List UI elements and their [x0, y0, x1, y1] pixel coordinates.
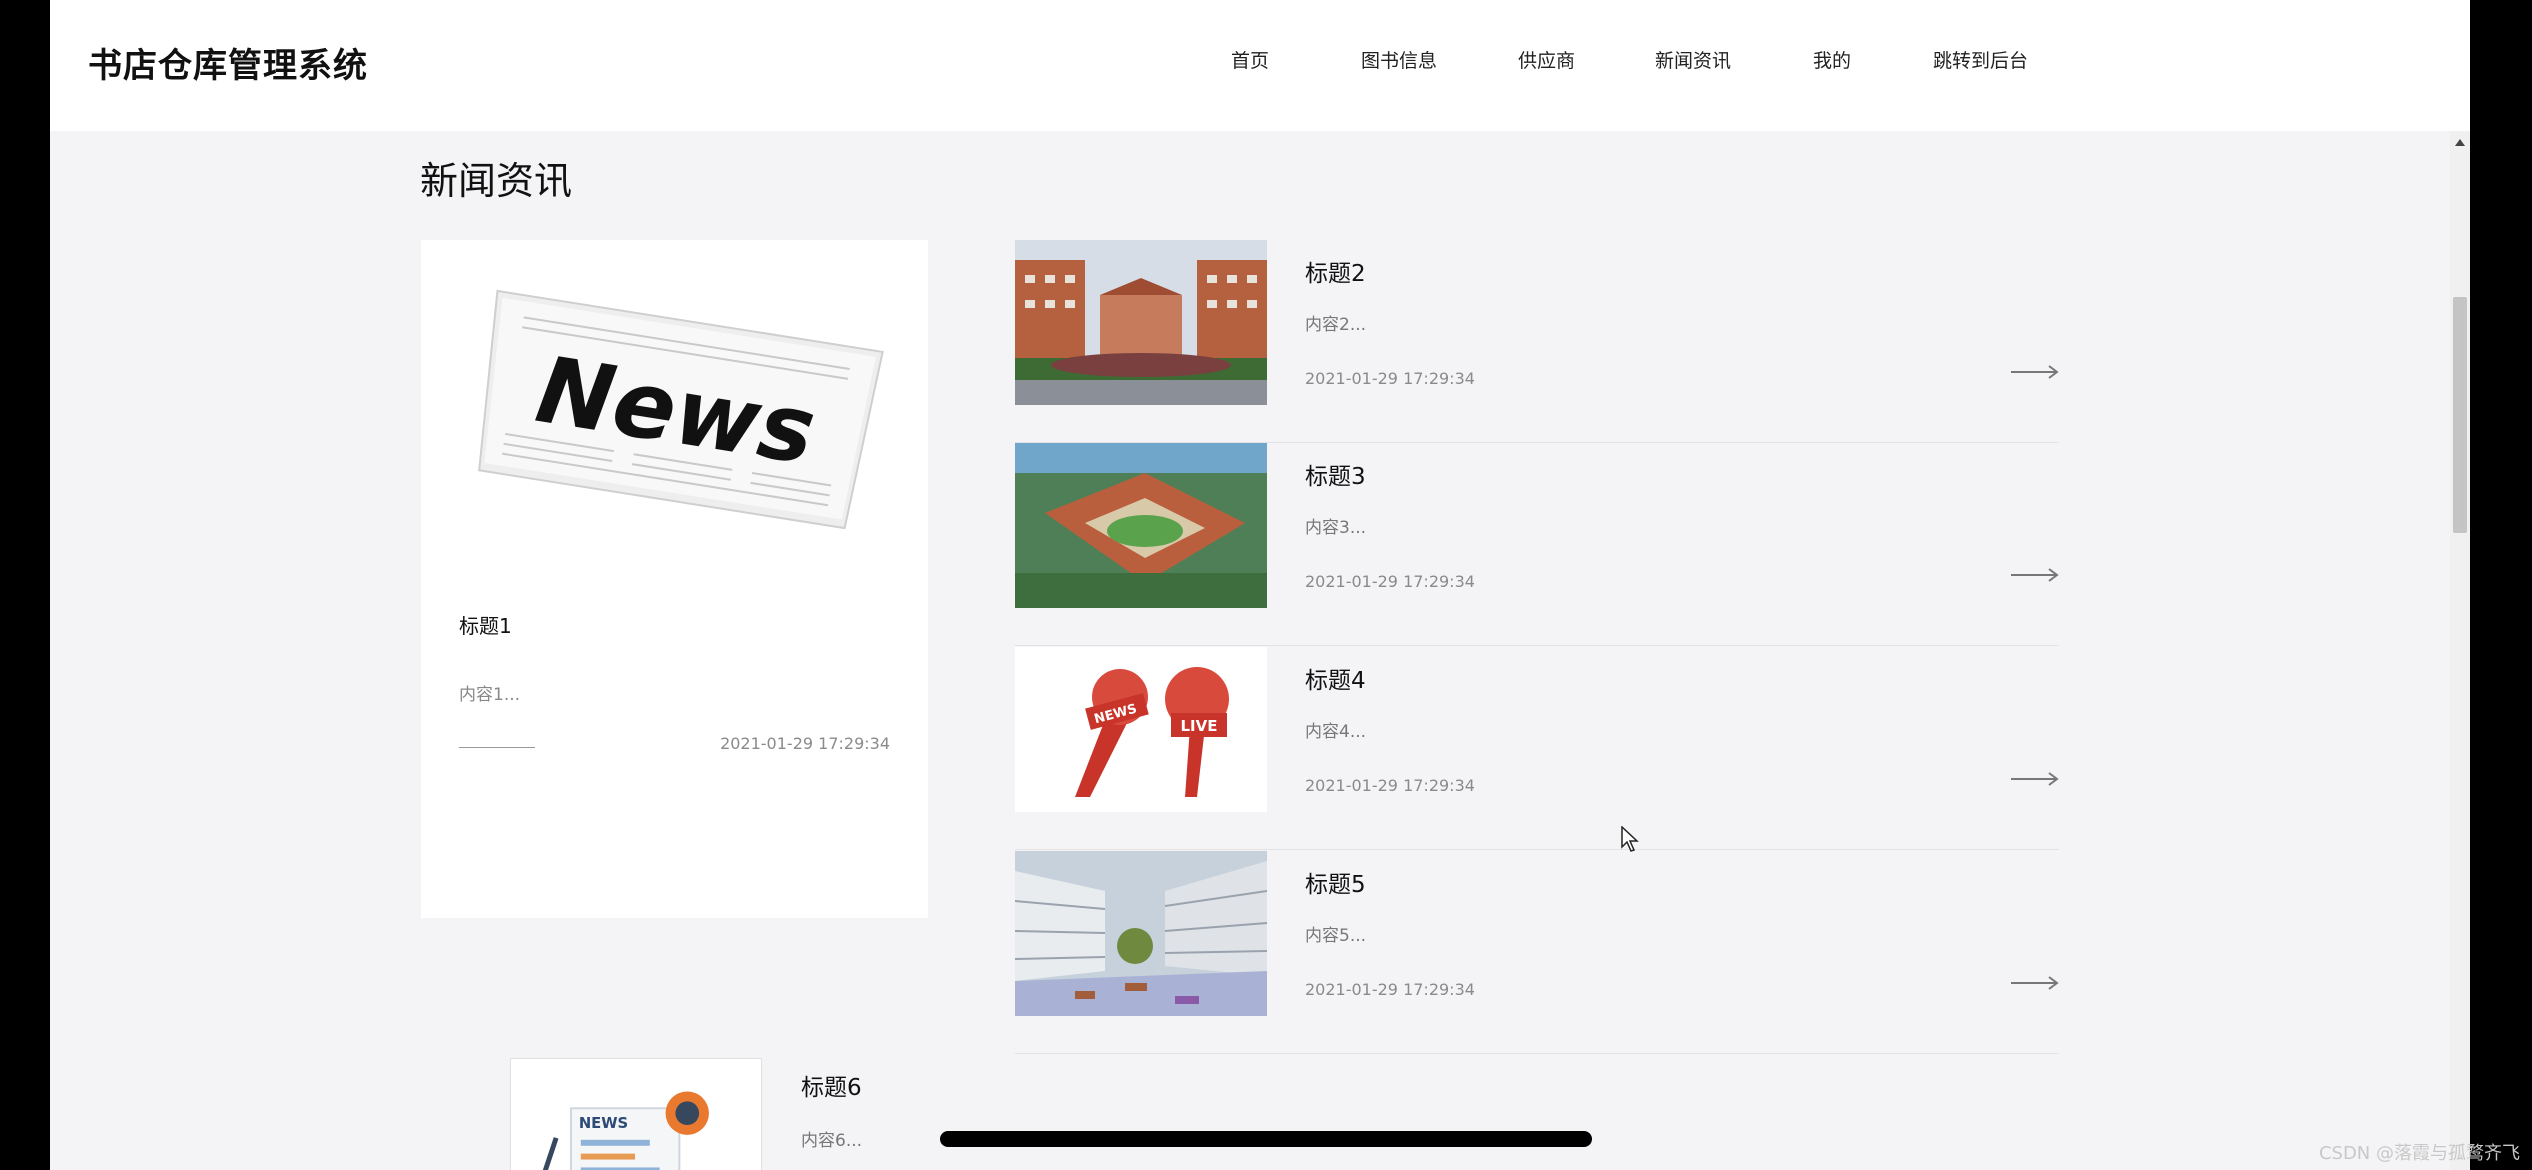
news-title[interactable]: 标题2	[1305, 254, 1366, 288]
news-list-item[interactable]: NEWS 标题6 内容6...	[510, 1058, 2110, 1170]
news-content: 内容5...	[1305, 926, 1367, 946]
news-content: 内容3...	[1305, 518, 1367, 538]
news-list-item[interactable]: 标题3 内容3... 2021-01-29 17:29:34	[1015, 443, 2059, 646]
featured-divider	[459, 747, 535, 748]
modern-building-image	[1015, 851, 1267, 1016]
divider	[1015, 645, 2059, 646]
arrow-right-icon[interactable]	[2011, 565, 2059, 585]
divider	[1015, 1053, 2059, 1054]
site-brand[interactable]: 书店仓库管理系统	[88, 38, 368, 87]
featured-content: 内容1...	[459, 685, 521, 705]
arrow-right-icon[interactable]	[2011, 973, 2059, 993]
browser-viewport: 书店仓库管理系统 首页 图书信息 供应商 新闻资讯 我的 跳转到后台 新闻资讯	[50, 0, 2470, 1170]
news-date: 2021-01-29 17:29:34	[1305, 369, 1475, 388]
news-content: 内容2...	[1305, 315, 1367, 335]
arrow-right-icon[interactable]	[2011, 769, 2059, 789]
divider	[1015, 849, 2059, 850]
site-header: 书店仓库管理系统 首页 图书信息 供应商 新闻资讯 我的 跳转到后台	[50, 0, 2470, 131]
news-list-item[interactable]: 标题2 内容2... 2021-01-29 17:29:34	[1015, 240, 2059, 443]
scroll-thumb[interactable]	[2453, 297, 2467, 533]
nav-suppliers[interactable]: 供应商	[1518, 46, 1575, 73]
nav-backend[interactable]: 跳转到后台	[1933, 46, 2028, 73]
page-scrollbar[interactable]	[2450, 131, 2470, 1170]
watermark: CSDN @落霞与孤鹜齐飞	[2318, 1143, 2520, 1164]
news-content: 内容6...	[801, 1131, 863, 1151]
nav-news[interactable]: 新闻资讯	[1655, 46, 1731, 73]
arrow-right-icon[interactable]	[2011, 362, 2059, 382]
page-title: 新闻资讯	[420, 159, 573, 203]
home-indicator	[940, 1131, 1592, 1147]
news-list-item[interactable]: NEWS LIVE 标题4 内容4... 2021-01-29 17:29:34	[1015, 647, 2059, 850]
news-title[interactable]: 标题3	[1305, 457, 1366, 491]
news-date: 2021-01-29 17:29:34	[1305, 776, 1475, 795]
news-title[interactable]: 标题6	[801, 1068, 862, 1102]
featured-title[interactable]: 标题1	[459, 610, 512, 639]
scroll-up-icon[interactable]	[2455, 139, 2465, 146]
nav-home[interactable]: 首页	[1231, 46, 1269, 73]
nav-mine[interactable]: 我的	[1813, 46, 1851, 73]
microphone-news-image: NEWS LIVE	[1015, 647, 1267, 812]
mic-live-label: LIVE	[1181, 717, 1218, 735]
cursor-icon	[1621, 826, 1639, 852]
news-illustration-image: NEWS	[510, 1058, 762, 1170]
campus-building-image	[1015, 240, 1267, 405]
news-title[interactable]: 标题5	[1305, 865, 1366, 899]
campus-aerial-image	[1015, 443, 1267, 608]
illustration-news-label: NEWS	[579, 1115, 628, 1132]
news-date: 2021-01-29 17:29:34	[1305, 980, 1475, 999]
nav-books[interactable]: 图书信息	[1361, 46, 1437, 73]
news-content: 内容4...	[1305, 722, 1367, 742]
news-date: 2021-01-29 17:29:34	[1305, 572, 1475, 591]
news-title[interactable]: 标题4	[1305, 661, 1366, 695]
newspaper-image: News	[441, 260, 908, 590]
featured-news-card[interactable]: News 标题1 内容1... 2021-01-29 17:29:34	[421, 240, 928, 918]
news-list-item[interactable]: 标题5 内容5... 2021-01-29 17:29:34	[1015, 851, 2059, 1054]
featured-date: 2021-01-29 17:29:34	[720, 734, 890, 753]
